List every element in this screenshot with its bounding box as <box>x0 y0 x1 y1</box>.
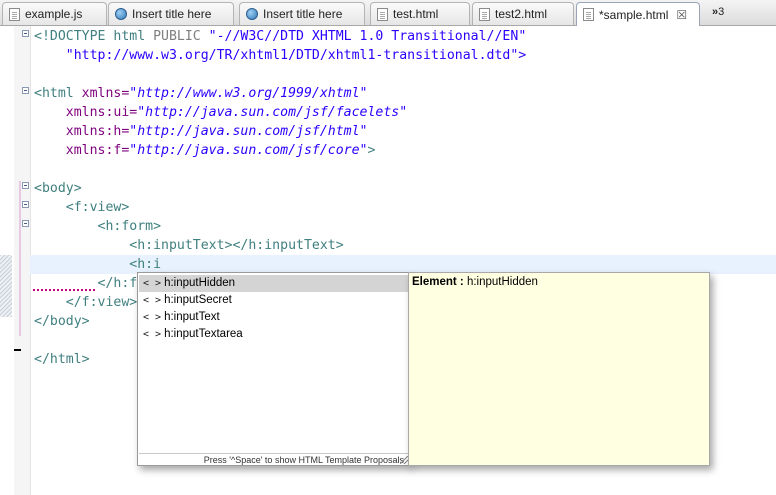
fold-toggle-icon[interactable] <box>22 182 29 189</box>
tag-icon: < > <box>143 329 162 340</box>
tab-test2-html[interactable]: test2.html <box>472 2 574 25</box>
code-line-10: <f:view> <box>34 200 130 215</box>
completion-item[interactable]: < > h:inputText <box>139 309 408 326</box>
tab-label: example.js <box>25 7 83 21</box>
tab-example-js[interactable]: example.js <box>2 2 107 25</box>
error-squiggle <box>33 289 95 291</box>
fold-toggle-icon[interactable] <box>22 201 29 208</box>
tab-overflow-button[interactable]: »3 <box>712 6 724 18</box>
tab-sample-html[interactable]: *sample.html ☒ <box>576 2 700 26</box>
code-line-18: </html> <box>34 352 90 367</box>
code-line-2: "http://www.w3.org/TR/xhtml1/DTD/xhtml1-… <box>34 48 527 63</box>
folding-ruler <box>14 26 31 495</box>
code-line-7: xmlns:f="http://java.sun.com/jsf/core"> <box>34 143 376 158</box>
info-value: h:inputHidden <box>466 276 538 288</box>
completion-item[interactable]: < > h:inputHidden <box>139 275 408 292</box>
fold-toggle-icon[interactable] <box>22 87 29 94</box>
code-line-1: <!DOCTYPE html PUBLIC "-//W3C//DTD XHTML… <box>34 29 527 44</box>
content-assist-popup: < > h:inputHidden < > h:inputSecret < > h:i… <box>137 272 410 466</box>
tab-insert-title-2[interactable]: Insert title here <box>239 2 365 25</box>
code-line-16: </body> <box>34 314 90 329</box>
html-file-icon <box>479 7 490 21</box>
range-indicator <box>14 349 21 351</box>
scope-indicator <box>19 181 21 336</box>
fold-toggle-icon[interactable] <box>22 30 29 37</box>
editor-tab-bar: example.js Insert title here Insert titl… <box>0 0 776 26</box>
tab-test-html[interactable]: test.html <box>370 2 470 25</box>
code-line-12: <h:inputText></h:inputText> <box>34 238 344 253</box>
overflow-count: 3 <box>718 6 725 18</box>
tab-insert-title-1[interactable]: Insert title here <box>108 2 234 25</box>
tag-icon: < > <box>143 295 162 306</box>
code-line-9: <body> <box>34 181 82 196</box>
globe-icon <box>115 8 127 20</box>
js-file-icon <box>9 7 20 21</box>
tag-icon: < > <box>143 278 162 289</box>
completion-item[interactable]: < > h:inputTextarea <box>139 326 408 343</box>
change-marker <box>0 255 12 317</box>
code-line-4: <html xmlns="http://www.w3.org/1999/xhtm… <box>34 86 368 101</box>
code-line-11: <h:form> <box>34 219 162 234</box>
proposal-info-popup: Element : h:inputHidden <box>408 272 710 466</box>
tab-label: *sample.html <box>599 7 669 22</box>
tab-label: Insert title here <box>263 7 343 21</box>
fold-toggle-icon[interactable] <box>22 220 29 227</box>
info-label: Element : <box>412 276 467 288</box>
globe-icon <box>246 8 258 20</box>
html-file-icon <box>583 8 594 21</box>
tab-label: Insert title here <box>132 7 212 21</box>
completion-item[interactable]: < > h:inputSecret <box>139 292 408 309</box>
code-line-6: xmlns:h="http://java.sun.com/jsf/html" <box>34 124 368 139</box>
code-line-5: xmlns:ui="http://java.sun.com/jsf/facele… <box>34 105 408 120</box>
close-tab-icon[interactable]: ☒ <box>676 8 687 22</box>
tab-label: test.html <box>393 7 439 21</box>
content-assist-status: Press '^Space' to show HTML Template Pro… <box>139 453 408 465</box>
html-file-icon <box>377 7 388 21</box>
resize-grip-icon[interactable] <box>400 456 408 464</box>
tab-label: test2.html <box>495 7 548 21</box>
code-line-15: </f:view> <box>34 295 138 310</box>
tag-icon: < > <box>143 312 162 323</box>
